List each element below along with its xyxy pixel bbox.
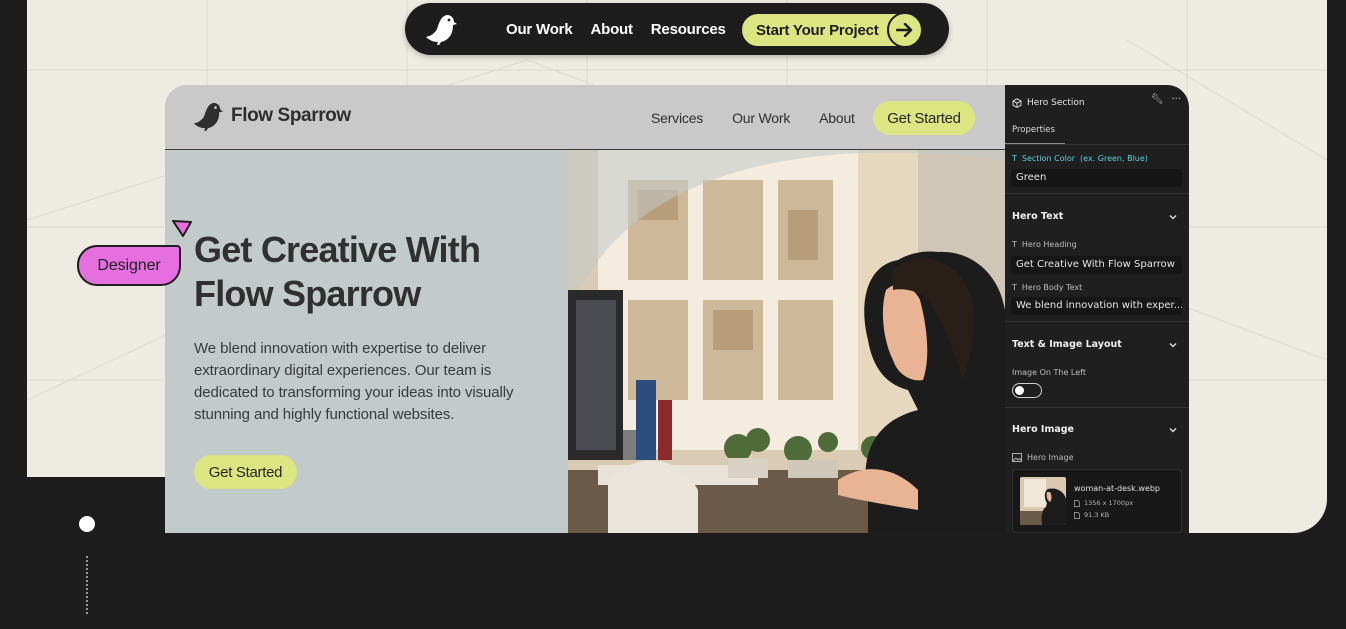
text-type-icon: T xyxy=(1012,154,1017,163)
divider xyxy=(1005,193,1189,194)
site-brand[interactable]: Flow Sparrow xyxy=(193,100,351,132)
website-preview: Flow Sparrow Services Our Work About Get… xyxy=(165,85,1005,533)
panel-header: Hero Section xyxy=(1012,96,1085,110)
sparrow-logo-icon[interactable] xyxy=(425,12,457,46)
file-dimensions: 1356 x 1700px xyxy=(1074,499,1133,507)
sparrow-logo-icon xyxy=(193,102,223,131)
section-color-label: T Section Color (ex. Green, Blue) xyxy=(1012,154,1148,163)
hero-image-thumbnail xyxy=(1020,477,1066,525)
hero-text-block: Get Creative With Flow Sparrow We blend … xyxy=(165,150,568,533)
timeline-dot xyxy=(79,516,95,532)
toggle-knob xyxy=(1015,386,1024,395)
site-header: Flow Sparrow Services Our Work About Get… xyxy=(165,85,1005,150)
image-on-left-label: Image On The Left xyxy=(1012,368,1086,377)
site-nav-services[interactable]: Services xyxy=(651,110,703,126)
top-navbar: Our Work About Resources Start Your Proj… xyxy=(405,3,949,55)
image-on-left-toggle[interactable] xyxy=(1012,383,1042,398)
hero-body[interactable]: We blend innovation with expertise to de… xyxy=(194,338,534,426)
layout-section-title[interactable]: Text & Image Layout xyxy=(1012,339,1122,350)
file-size: 91.3 KB xyxy=(1074,511,1109,519)
arrow-right-icon xyxy=(887,12,923,48)
hero-text-section-title[interactable]: Hero Text xyxy=(1012,211,1063,222)
more-options-icon[interactable]: ··· xyxy=(1171,94,1181,105)
hero-image-file-card[interactable]: woman-at-desk.webp 1356 x 1700px 91.3 KB xyxy=(1012,469,1182,533)
hero-get-started-button[interactable]: Get Started xyxy=(194,455,297,489)
header-get-started-button[interactable]: Get Started xyxy=(873,101,975,135)
hero-image[interactable] xyxy=(568,150,1005,533)
timeline-dotted-line xyxy=(86,556,88,614)
chevron-down-icon[interactable] xyxy=(1168,425,1178,435)
hero-body-label: T Hero Body Text xyxy=(1012,283,1083,292)
wrench-icon[interactable]: 🔧︎ xyxy=(1151,94,1164,105)
topnav-link-about[interactable]: About xyxy=(590,21,633,38)
tab-properties[interactable]: Properties xyxy=(1012,125,1055,135)
section-color-hint: (ex. Green, Blue) xyxy=(1080,154,1148,163)
text-type-icon: T xyxy=(1012,283,1017,292)
cube-icon xyxy=(1012,98,1022,108)
hero-image-label: Hero Image xyxy=(1012,453,1074,462)
site-nav-about[interactable]: About xyxy=(819,110,855,126)
topnav-link-resources[interactable]: Resources xyxy=(651,21,726,38)
chevron-down-icon[interactable] xyxy=(1168,340,1178,350)
woman-at-desk-illustration xyxy=(568,150,1005,533)
image-icon xyxy=(1012,453,1022,462)
start-project-button[interactable]: Start Your Project xyxy=(740,12,923,48)
start-project-label: Start Your Project xyxy=(756,21,879,39)
file-icon xyxy=(1074,511,1080,519)
site-brand-name: Flow Sparrow xyxy=(231,105,351,126)
file-name: woman-at-desk.webp xyxy=(1074,484,1160,493)
hero-heading-label: T Hero Heading xyxy=(1012,240,1077,249)
topnav-link-our-work[interactable]: Our Work xyxy=(506,21,573,38)
cursor-pointer-icon xyxy=(172,220,192,237)
properties-panel: Hero Section 🔧︎ ··· Properties T Section… xyxy=(1005,85,1189,533)
file-icon xyxy=(1074,499,1080,507)
hero-heading[interactable]: Get Creative With Flow Sparrow xyxy=(194,228,554,316)
site-nav-our-work[interactable]: Our Work xyxy=(732,110,790,126)
text-type-icon: T xyxy=(1012,240,1017,249)
chevron-down-icon[interactable] xyxy=(1168,212,1178,222)
section-color-input[interactable]: Green xyxy=(1011,169,1182,187)
divider xyxy=(1005,407,1189,408)
divider xyxy=(1005,321,1189,322)
hero-heading-input[interactable]: Get Creative With Flow Sparrow xyxy=(1011,256,1182,274)
hero-body-input[interactable]: We blend innovation with exper... xyxy=(1011,297,1182,315)
panel-title: Hero Section xyxy=(1027,98,1085,108)
divider xyxy=(1005,144,1189,145)
designer-cursor-label: Designer xyxy=(77,245,181,286)
hero-image-section-title[interactable]: Hero Image xyxy=(1012,424,1074,435)
